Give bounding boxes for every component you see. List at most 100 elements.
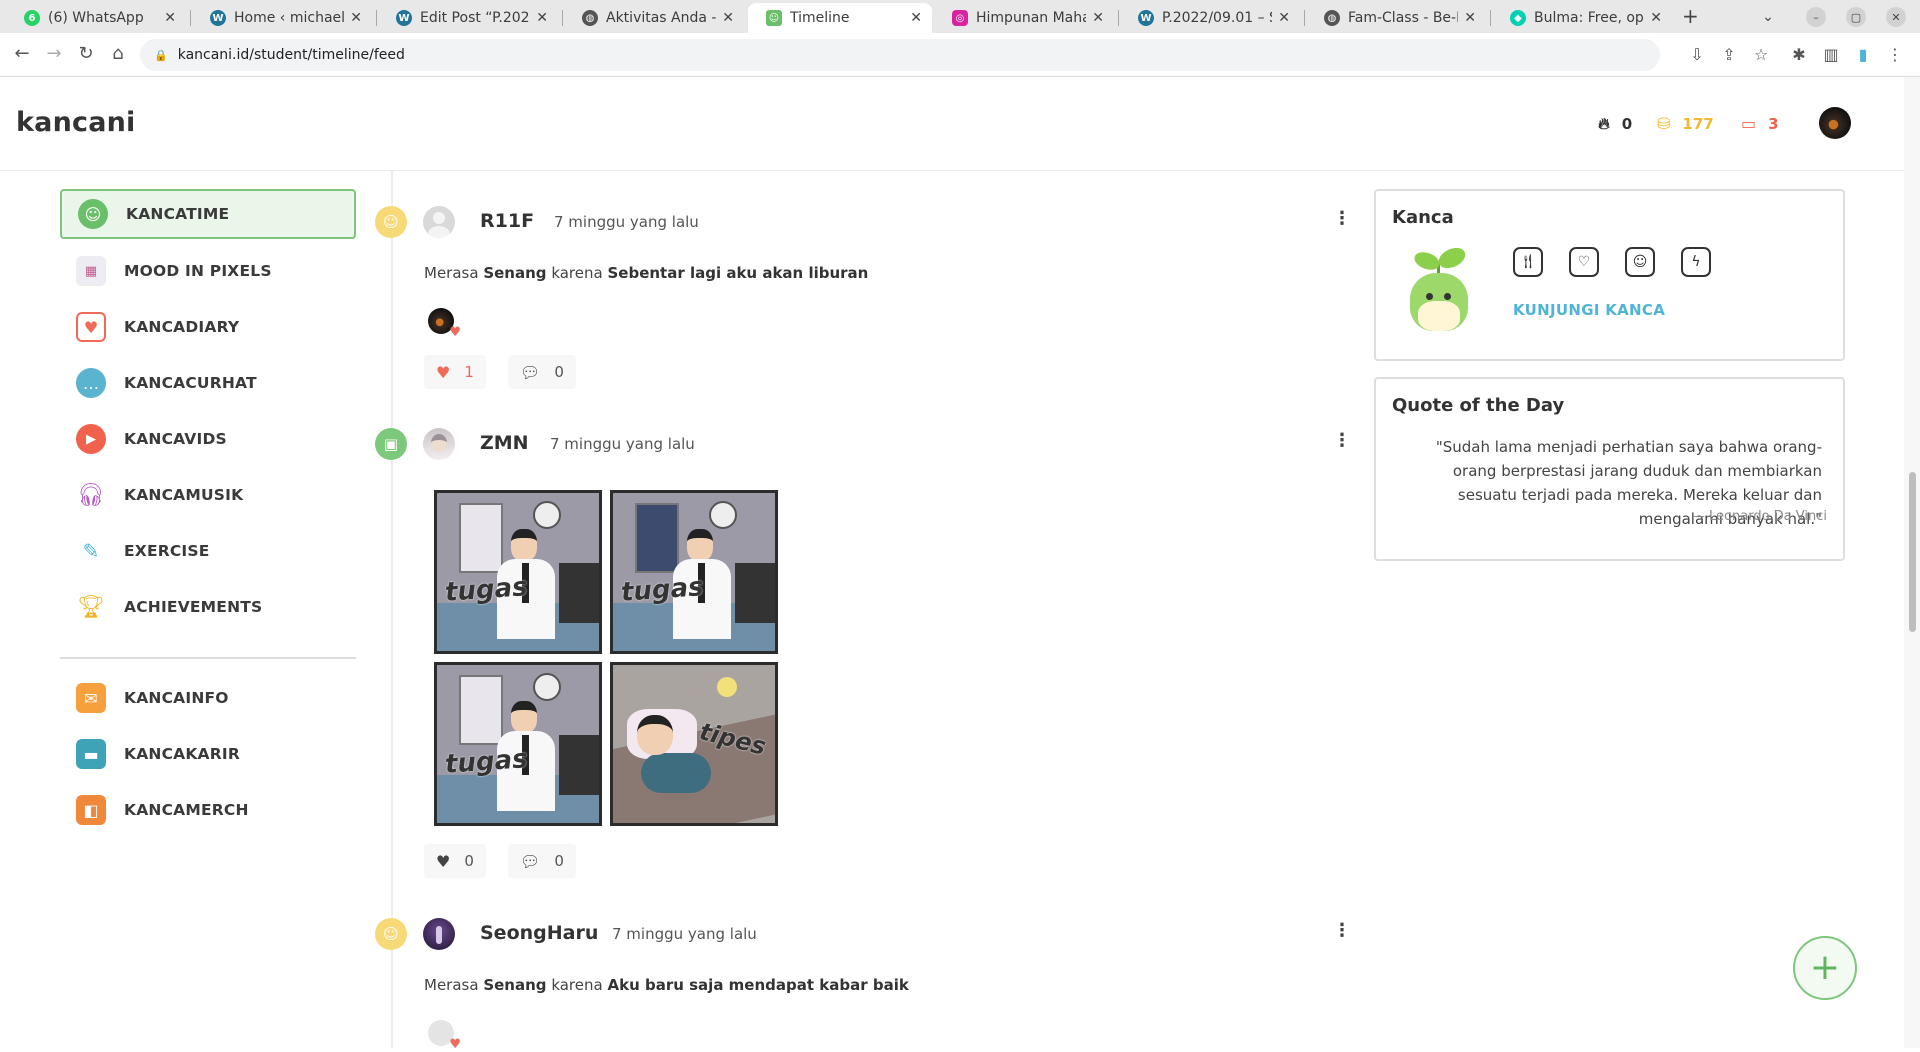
extension-icon[interactable]: ▮ [1852,45,1874,64]
forward-icon[interactable]: → [42,43,66,64]
more-options-icon[interactable]: ⋮ [1333,432,1351,450]
user-avatar[interactable] [1819,107,1851,139]
post-username[interactable]: SeongHaru [480,922,598,944]
visit-kanca-link[interactable]: KUNJUNGI KANCA [1513,301,1665,319]
close-icon[interactable]: ✕ [1464,10,1476,26]
meme-panel: tugas [434,490,602,654]
site-logo[interactable]: kancani [16,107,136,138]
add-post-button[interactable]: + [1793,936,1857,1000]
sidebar-item-label: KANCAMERCH [124,801,249,819]
tab-search-icon[interactable]: ⌄ [1758,7,1778,27]
close-icon[interactable]: ✕ [1278,10,1290,26]
page-scrollbar[interactable] [1904,77,1920,1048]
close-icon[interactable]: ✕ [164,10,176,26]
sidebar-item-mood-in-pixels[interactable]: ▦ MOOD IN PIXELS [60,246,356,296]
avatar[interactable] [423,918,455,950]
reload-icon[interactable]: ↻ [74,43,98,64]
sidebar-item-kancainfo[interactable]: ✉ KANCAINFO [60,673,356,723]
post-time: 7 minggu yang lalu [554,213,699,231]
sidebar-divider [60,657,356,659]
like-button[interactable]: ♥ 0 [424,844,486,878]
comment-button[interactable]: 💬︎ 0 [508,844,576,878]
close-icon[interactable]: ✕ [1650,10,1662,26]
close-icon[interactable]: ✕ [722,10,734,26]
wordpress-icon: W [210,10,226,26]
browser-tab[interactable]: W Edit Post “P.2022 ✕ [378,3,558,33]
kanca-mascot[interactable] [1406,243,1472,333]
reactor-avatar[interactable]: ♥ [428,308,461,340]
browser-tab[interactable]: ◍ Fam-Class - Be-F ✕ [1306,3,1486,33]
sidebar-item-exercise[interactable]: ✎ EXERCISE [60,526,356,576]
wordpress-icon: W [396,10,412,26]
headphones-icon: 🎧︎ [77,482,105,508]
browser-tab[interactable]: W Home ‹ michaelri ✕ [192,3,372,33]
close-window-icon[interactable]: ✕ [1886,7,1906,27]
fire-icon: 🔥︎ [1598,114,1610,133]
post-text-mid: karena [551,264,603,282]
coins-value: 177 [1682,114,1714,133]
sidebar-item-achievements[interactable]: 🏆︎ ACHIEVEMENTS [60,582,356,632]
scrollbar-thumb[interactable] [1909,472,1916,632]
fork-knife-icon[interactable]: 🍴︎ [1513,247,1543,277]
comment-button[interactable]: 💬︎ 0 [508,355,576,389]
extensions-icon[interactable]: ✱ [1788,45,1810,64]
side-panel-icon[interactable]: ▥ [1820,45,1842,64]
post-mood: Senang [483,264,547,282]
streak-stat[interactable]: 🔥︎ 0 [1598,114,1632,134]
close-icon[interactable]: ✕ [350,10,362,26]
post-image[interactable]: tugas tugas tugas tipes [434,490,780,834]
avatar[interactable] [423,206,455,238]
browser-tab[interactable]: ◍ Aktivitas Anda - S ✕ [564,3,744,33]
minimize-icon[interactable]: – [1806,7,1826,27]
address-bar[interactable]: 🔒 kancani.id/student/timeline/feed [140,39,1660,71]
tab-title: (6) WhatsApp [48,10,144,26]
more-options-icon[interactable]: ⋮ [1333,210,1351,228]
close-icon[interactable]: ✕ [1092,10,1104,26]
trophy-icon: 🏆︎ [77,594,105,620]
post-username[interactable]: ZMN [480,432,529,454]
install-icon[interactable]: ⇩ [1686,45,1708,64]
new-tab-icon[interactable]: + [1682,4,1699,28]
post-text-mid: karena [551,976,603,994]
close-icon[interactable]: ✕ [536,10,548,26]
browser-tab[interactable]: ◎ Himpunan Maha ✕ [934,3,1114,33]
more-options-icon[interactable]: ⋮ [1333,922,1351,940]
timeline-line [391,171,393,1048]
site-header: kancani 🔥︎ 0 ⛁ 177 ▭ 3 [0,77,1904,171]
close-icon[interactable]: ✕ [910,10,922,26]
post-username[interactable]: R11F [480,210,534,232]
lightning-icon[interactable]: ϟ [1681,247,1711,277]
sidebar-item-kancamerch[interactable]: ◧ KANCAMERCH [60,785,356,835]
bookmark-star-icon[interactable]: ☆ [1750,45,1772,64]
browser-tab[interactable]: W P.2022/09.01 – S ✕ [1120,3,1300,33]
like-button[interactable]: ♥ 1 [424,355,486,389]
post-content: Merasa Senang karena Sebentar lagi aku a… [424,264,868,282]
tab-title: Fam-Class - Be-F [1348,10,1459,26]
sidebar-item-kancavids[interactable]: ▶ KANCAVIDS [60,414,356,464]
sidebar-item-kancadiary[interactable]: ♥ KANCADIARY [60,302,356,352]
sidebar-item-kancatime[interactable]: ☺ KANCATIME [60,189,356,239]
smile-icon[interactable]: ☺ [1625,247,1655,277]
heart-icon: ♥ [436,362,451,382]
ticket-stat[interactable]: ▭ 3 [1741,114,1779,133]
browser-tab[interactable]: ◆ Bulma: Free, ope ✕ [1492,3,1672,33]
share-icon[interactable]: ⇪ [1718,45,1740,64]
browser-tab-active[interactable]: ☺ Timeline ✕ [748,3,932,33]
image-post-icon: ▣ [375,428,407,460]
home-icon[interactable]: ⌂ [106,43,130,64]
browser-menu-icon[interactable]: ⋮ [1884,45,1906,64]
browser-tab[interactable]: 6 (6) WhatsApp ✕ [6,3,186,33]
back-icon[interactable]: ← [10,43,34,64]
coins-stat[interactable]: ⛁ 177 [1657,114,1714,133]
avatar[interactable] [423,428,455,460]
maximize-icon[interactable]: ▢ [1846,7,1866,27]
heart-pulse-icon[interactable]: ♡ [1569,247,1599,277]
post-reason: Aku baru saja mendapat kabar baik [607,976,909,994]
meme-panel: tipes [610,662,778,826]
sidebar-item-kancakarir[interactable]: ▬ KANCAKARIR [60,729,356,779]
reactor-avatar[interactable]: ♥ [428,1020,461,1052]
chat-bubble-icon: … [76,368,106,398]
sidebar-item-kancacurhat[interactable]: … KANCACURHAT [60,358,356,408]
sidebar-item-kancamusik[interactable]: 🎧︎ KANCAMUSIK [60,470,356,520]
browser-tab-bar: 6 (6) WhatsApp ✕ W Home ‹ michaelri ✕ W … [0,0,1920,33]
